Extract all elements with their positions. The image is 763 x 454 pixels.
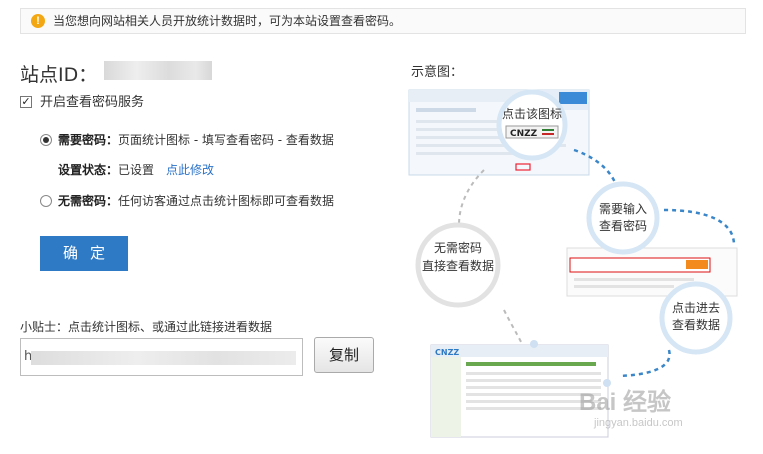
enable-password-label: 开启查看密码服务: [40, 95, 145, 110]
status-label: 设置状态：: [58, 163, 119, 177]
need-password-title: 需要密码：: [58, 133, 119, 147]
bubble-no-password: 无需密码 直接查看数据: [415, 222, 501, 308]
bubble-no-password-line1: 无需密码: [434, 240, 482, 255]
stats-link-field[interactable]: h: [20, 338, 303, 376]
bubble-enter-line1: 点击进去: [672, 301, 720, 315]
notice-bar: ! 当您想向网站相关人员开放统计数据时，可为本站设置查看密码。: [20, 8, 746, 34]
stats-link-redacted: [31, 351, 296, 365]
no-password-title: 无需密码：: [58, 194, 119, 208]
bubble-need-input-line2: 查看密码: [599, 218, 647, 233]
bubble-click-enter: 点击进去 查看数据: [659, 281, 733, 355]
copy-button[interactable]: 复制: [314, 337, 374, 373]
warning-icon: !: [31, 14, 45, 28]
no-password-desc: 任何访客通过点击统计图标即可查看数据: [118, 194, 335, 208]
need-password-option: 需要密码：页面统计图标 - 填写查看密码 - 查看数据: [58, 132, 334, 148]
bubble-enter-line2: 查看数据: [672, 317, 720, 332]
watermark-text: Bai 经验: [579, 388, 671, 416]
watermark-url: jingyan.baidu.com: [593, 417, 683, 429]
tip-text: 小贴士：点击统计图标、或通过此链接进看数据: [20, 320, 273, 334]
bubble-click-icon-text: 点击该图标: [502, 107, 562, 121]
bubble-need-input-line1: 需要输入: [599, 201, 647, 216]
bubble-no-password-line2: 直接查看数据: [422, 258, 494, 273]
enable-password-checkbox[interactable]: ✓: [20, 96, 32, 108]
need-password-radio[interactable]: [40, 134, 52, 146]
need-password-desc: 页面统计图标 - 填写查看密码 - 查看数据: [118, 133, 334, 147]
site-id-label: 站点ID：: [20, 64, 98, 86]
diagram-illustration: 点击该图标 CNZZ 需要输入 查看密码 无需密码 直接查看数据 点击进去 查看…: [408, 89, 738, 438]
modify-link[interactable]: 点此修改: [166, 163, 214, 177]
stats-cnzz-logo: CNZZ: [435, 348, 459, 357]
no-password-radio[interactable]: [40, 195, 52, 207]
cnzz-badge: CNZZ: [510, 129, 538, 139]
bubble-click-icon: 点击该图标 CNZZ: [496, 89, 568, 161]
status-row: 设置状态：已设置 点此修改: [58, 162, 214, 178]
status-value: 已设置: [118, 163, 155, 177]
baidu-watermark: Bai 经验 jingyan.baidu.com: [579, 388, 683, 429]
site-id-value-redacted: [104, 61, 212, 80]
notice-text: 当您想向网站相关人员开放统计数据时，可为本站设置查看密码。: [53, 14, 402, 28]
bubble-need-input: 需要输入 查看密码: [586, 181, 660, 255]
diagram-title: 示意图：: [411, 65, 464, 80]
no-password-option: 无需密码：任何访客通过点击统计图标即可查看数据: [58, 193, 334, 209]
confirm-button[interactable]: 确定: [40, 236, 128, 271]
